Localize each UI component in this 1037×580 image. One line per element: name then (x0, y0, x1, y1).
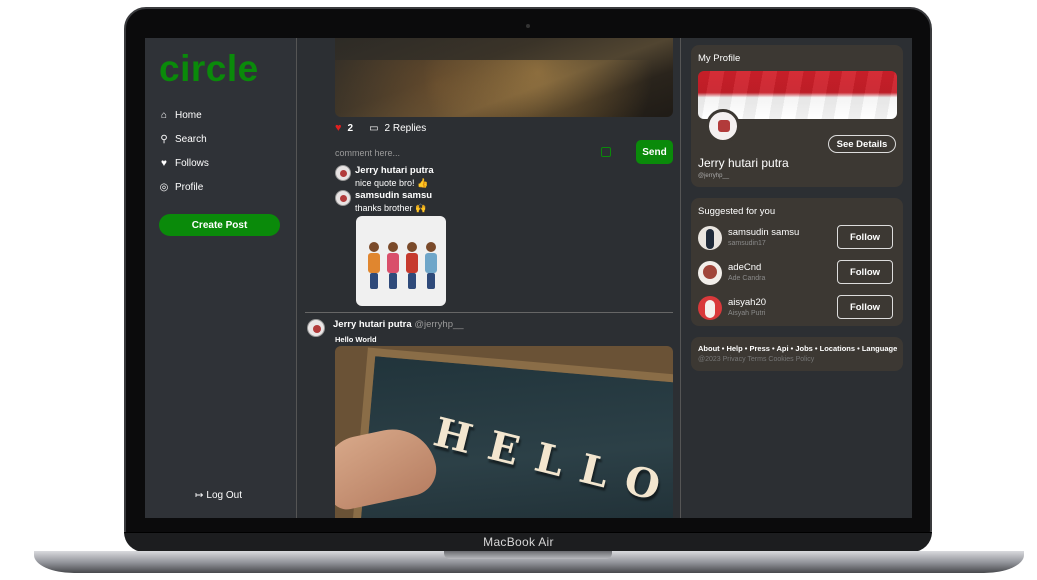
right-panel: My Profile See Details Jerry hutari putr… (691, 38, 904, 518)
like-heart-icon[interactable]: ♥ (335, 122, 342, 134)
send-button[interactable]: Send (636, 140, 673, 164)
suggested-name[interactable]: samsudin samsu (728, 227, 799, 238)
app-logo[interactable]: circle (159, 48, 259, 90)
comment-input[interactable] (335, 144, 605, 162)
image-upload-icon[interactable] (601, 147, 611, 157)
laptop-frame: MacBook Air circle ⌂ Home ⚲ Search ♥ Fol… (0, 0, 1037, 580)
comment-sticker-image (356, 216, 446, 306)
post-header: Jerry hutari putra @jerryhp__ (307, 319, 464, 337)
post-author[interactable]: Jerry hutari putra @jerryhp__ (333, 319, 464, 330)
sticker-figure (366, 242, 382, 292)
avatar[interactable] (698, 261, 722, 285)
nav-item-search[interactable]: ⚲ Search (159, 131, 207, 147)
avatar[interactable] (307, 319, 325, 337)
post-author-handle: @jerryhp__ (414, 319, 464, 330)
sidebar: circle ⌂ Home ⚲ Search ♥ Follows ◎ Profi… (145, 38, 297, 518)
footer-card: About • Help • Press • Api • Jobs • Loca… (691, 337, 903, 371)
profile-handle: @jerryhp__ (698, 173, 730, 179)
logout-icon: ↦ (195, 490, 204, 501)
logout-button[interactable]: ↦ Log Out (195, 490, 242, 501)
post-image-hello: HELLO (335, 346, 673, 518)
avatar[interactable] (335, 165, 351, 181)
feed: ♥ 2 ▭ 2 Replies Send Jerry hutari putra … (297, 38, 681, 518)
nav-label: Profile (175, 181, 204, 193)
search-icon: ⚲ (160, 133, 168, 145)
post-stats: ♥ 2 ▭ 2 Replies (335, 122, 426, 134)
footer-copyright: @2023 Privacy Terms Cookies Policy (698, 356, 815, 363)
post-text: Hello World (335, 335, 377, 344)
follow-button[interactable]: Follow (837, 295, 893, 319)
my-profile-card: My Profile See Details Jerry hutari putr… (691, 45, 903, 187)
app-screen: circle ⌂ Home ⚲ Search ♥ Follows ◎ Profi… (145, 38, 912, 518)
footer-links[interactable]: About • Help • Press • Api • Jobs • Loca… (698, 344, 897, 353)
suggested-user: samsudin samsu samsudin17 Follow (698, 225, 898, 251)
suggested-user: aisyah20 Aisyah Putri Follow (698, 295, 898, 321)
post-image-landscape (335, 38, 673, 117)
nav-item-home[interactable]: ⌂ Home (159, 107, 202, 123)
follow-button[interactable]: Follow (837, 260, 893, 284)
comment-item: Jerry hutari putra nice quote bro! 👍 (335, 165, 434, 189)
nav-item-profile[interactable]: ◎ Profile (159, 179, 204, 195)
heart-icon: ♥ (161, 157, 167, 169)
suggested-username: Aisyah Putri (728, 310, 766, 317)
profile-icon: ◎ (159, 181, 169, 193)
suggested-username: samsudin17 (728, 240, 766, 247)
logout-label: Log Out (206, 490, 242, 501)
comment-text: nice quote bro! 👍 (355, 178, 429, 188)
sticker-figure (423, 242, 439, 292)
avatar[interactable] (698, 226, 722, 250)
replies-icon[interactable]: ▭ (369, 123, 378, 134)
suggested-username: Ade Candra (728, 275, 766, 282)
nav-label: Home (175, 109, 202, 121)
nav-label: Search (175, 133, 207, 145)
comment-item: samsudin samsu thanks brother 🙌 (335, 190, 432, 214)
nav-item-follows[interactable]: ♥ Follows (159, 155, 209, 171)
suggested-user: adeCnd Ade Candra Follow (698, 260, 898, 286)
comment-row: Send (335, 140, 673, 164)
post-divider (305, 312, 673, 313)
create-post-button[interactable]: Create Post (159, 214, 280, 236)
see-details-button[interactable]: See Details (828, 135, 896, 153)
like-count: 2 (347, 122, 354, 134)
suggested-name[interactable]: aisyah20 (728, 297, 766, 308)
sticker-figure (404, 242, 420, 292)
post-author-name: Jerry hutari putra (333, 319, 412, 330)
profile-avatar[interactable] (706, 109, 740, 143)
card-title: My Profile (698, 53, 741, 64)
camera-icon (526, 24, 530, 28)
suggested-name[interactable]: adeCnd (728, 262, 761, 273)
sticker-figure (385, 242, 401, 292)
follow-button[interactable]: Follow (837, 225, 893, 249)
device-label: MacBook Air (483, 535, 554, 549)
profile-name: Jerry hutari putra (698, 156, 789, 170)
comment-author[interactable]: samsudin samsu (355, 190, 432, 202)
card-title: Suggested for you (698, 206, 776, 217)
suggested-card: Suggested for you samsudin samsu samsudi… (691, 198, 903, 326)
comment-author[interactable]: Jerry hutari putra (355, 165, 434, 177)
avatar[interactable] (335, 190, 351, 206)
replies-count[interactable]: 2 Replies (385, 123, 427, 134)
laptop-notch (444, 551, 612, 559)
home-icon: ⌂ (160, 109, 168, 121)
nav-label: Follows (175, 157, 209, 169)
avatar[interactable] (698, 296, 722, 320)
comment-text: thanks brother 🙌 (355, 203, 427, 213)
